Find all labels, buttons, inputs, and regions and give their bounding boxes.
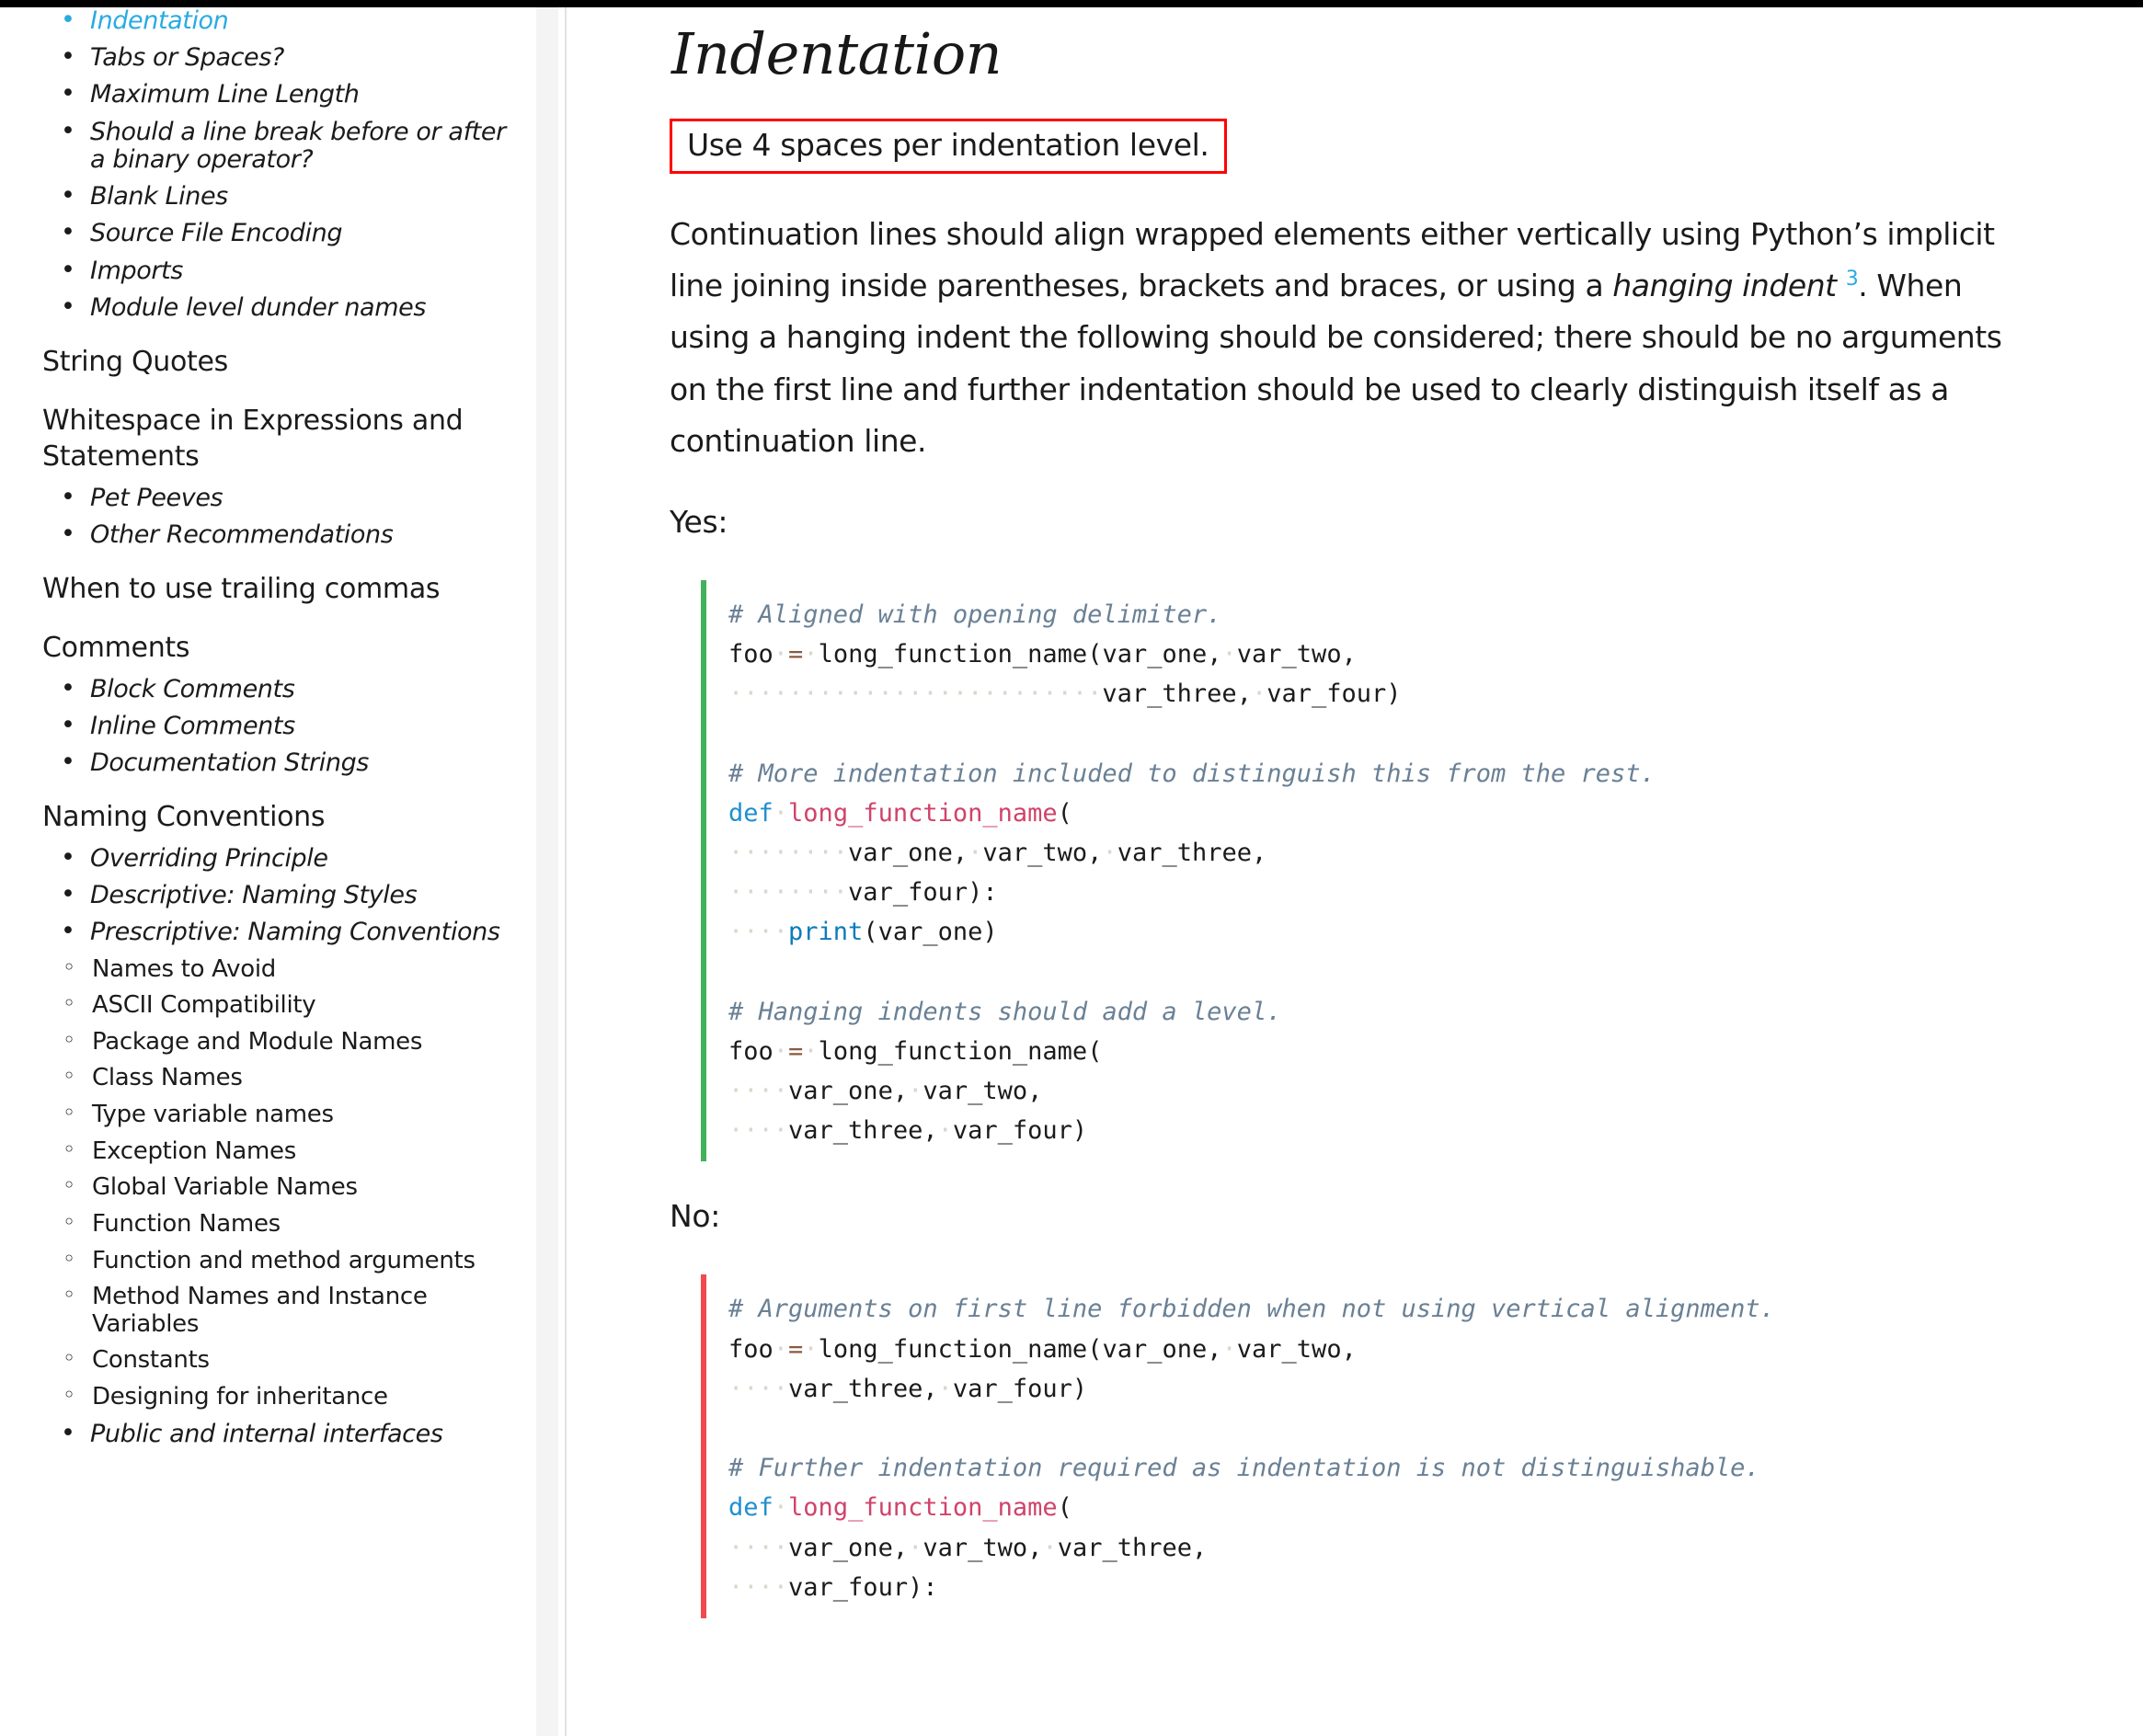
sidebar-scrollbar-track[interactable] (536, 7, 1089, 1736)
toc-item-inline-comments[interactable]: Inline Comments (0, 712, 515, 740)
toc-item-maximum-line-length[interactable]: Maximum Line Length (0, 80, 515, 108)
yes-label: Yes: (670, 503, 728, 540)
toc-list: Indentation Tabs or Spaces? Maximum Line L… (0, 7, 536, 1448)
toc-item-function-and-method-arguments[interactable]: Function and method arguments (0, 1247, 515, 1275)
toc-item-ascii-compatibility[interactable]: ASCII Compatibility (0, 991, 515, 1020)
toc-item-imports[interactable]: Imports (0, 257, 515, 285)
footnote-reference-link[interactable]: 3 (1846, 268, 1859, 291)
callout-text: Use 4 spaces per indentation level. (687, 127, 1209, 163)
toc-item-names-to-avoid[interactable]: Names to Avoid (0, 955, 515, 984)
toc-item-source-file-encoding[interactable]: Source File Encoding (0, 219, 515, 247)
paragraph-emphasis: hanging indent (1612, 268, 1837, 304)
toc-item-blank-lines[interactable]: Blank Lines (0, 182, 515, 211)
page-title: Indentation (671, 20, 1003, 87)
toc-item-global-variable-names[interactable]: Global Variable Names (0, 1173, 515, 1202)
toc-item-overriding-principle[interactable]: Overriding Principle (0, 844, 515, 873)
main-content: Indentation Use 4 spaces per indentation… (644, 7, 2143, 1736)
toc-heading[interactable]: Comments (42, 630, 502, 667)
toc-heading[interactable]: String Quotes (42, 344, 502, 381)
toc-item-method-names-and-instance-variables[interactable]: Method Names and Instance Variables (0, 1283, 515, 1338)
toc-item-module-level-dunder-names[interactable]: Module level dunder names (0, 293, 515, 322)
toc-item-constants[interactable]: Constants (0, 1346, 515, 1375)
code-block-good: # Aligned with opening delimiter. foo·=·… (701, 579, 2099, 1162)
toc-heading[interactable]: When to use trailing commas (42, 571, 502, 608)
toc-item-prescriptive-naming-conventions[interactable]: Prescriptive: Naming Conventions (0, 918, 515, 946)
toc-item-block-comments[interactable]: Block Comments (0, 675, 515, 703)
toc-item-type-variable-names[interactable]: Type variable names (0, 1101, 515, 1129)
toc-item-tabs-or-spaces[interactable]: Tabs or Spaces? (0, 43, 515, 72)
sidebar-table-of-contents[interactable]: Indentation Tabs or Spaces? Maximum Line L… (0, 7, 536, 1736)
toc-item-descriptive-naming-styles[interactable]: Descriptive: Naming Styles (0, 881, 515, 909)
top-black-bar (0, 0, 2143, 7)
code-block-bad: # Arguments on first line forbidden when… (701, 1274, 2099, 1618)
documentation-page: Indentation Tabs or Spaces? Maximum Line L… (0, 0, 2143, 1736)
toc-item-designing-for-inheritance[interactable]: Designing for inheritance (0, 1383, 515, 1411)
code-good-content: # Aligned with opening delimiter. foo·=·… (728, 600, 1656, 1146)
intro-paragraph: Continuation lines should align wrapped … (670, 209, 2012, 466)
toc-item-exception-names[interactable]: Exception Names (0, 1137, 515, 1166)
toc-sublist: Block Comments Inline Comments Documentati… (0, 675, 536, 778)
toc-item-should-a-line-break-before-or-after-a-binary-operator[interactable]: Should a line break before or after a bi… (0, 118, 515, 174)
toc-heading[interactable]: Whitespace in Expressions and Statements (42, 403, 502, 475)
highlighted-callout-box: Use 4 spaces per indentation level. (670, 119, 1227, 175)
sidebar-content-divider (565, 7, 567, 1736)
toc-item-documentation-strings[interactable]: Documentation Strings (0, 748, 515, 777)
toc-sublist: Pet Peeves Other Recommendations (0, 484, 536, 549)
toc-item-function-names[interactable]: Function Names (0, 1210, 515, 1239)
toc-sublist: Indentation Tabs or Spaces? Maximum Line L… (0, 7, 536, 322)
code-bad-content: # Arguments on first line forbidden when… (728, 1295, 1775, 1602)
no-label: No: (670, 1198, 721, 1235)
toc-item-package-and-module-names[interactable]: Package and Module Names (0, 1028, 515, 1056)
toc-item-other-recommendations[interactable]: Other Recommendations (0, 520, 515, 549)
toc-item-indentation[interactable]: Indentation (0, 7, 515, 35)
toc-heading[interactable]: Naming Conventions (42, 799, 502, 836)
toc-item-pet-peeves[interactable]: Pet Peeves (0, 484, 515, 512)
toc-item-class-names[interactable]: Class Names (0, 1064, 515, 1092)
toc-item-public-and-internal-interfaces[interactable]: Public and internal interfaces (0, 1420, 515, 1448)
toc-sublist: Overriding Principle Descriptive: Naming … (0, 844, 536, 1448)
